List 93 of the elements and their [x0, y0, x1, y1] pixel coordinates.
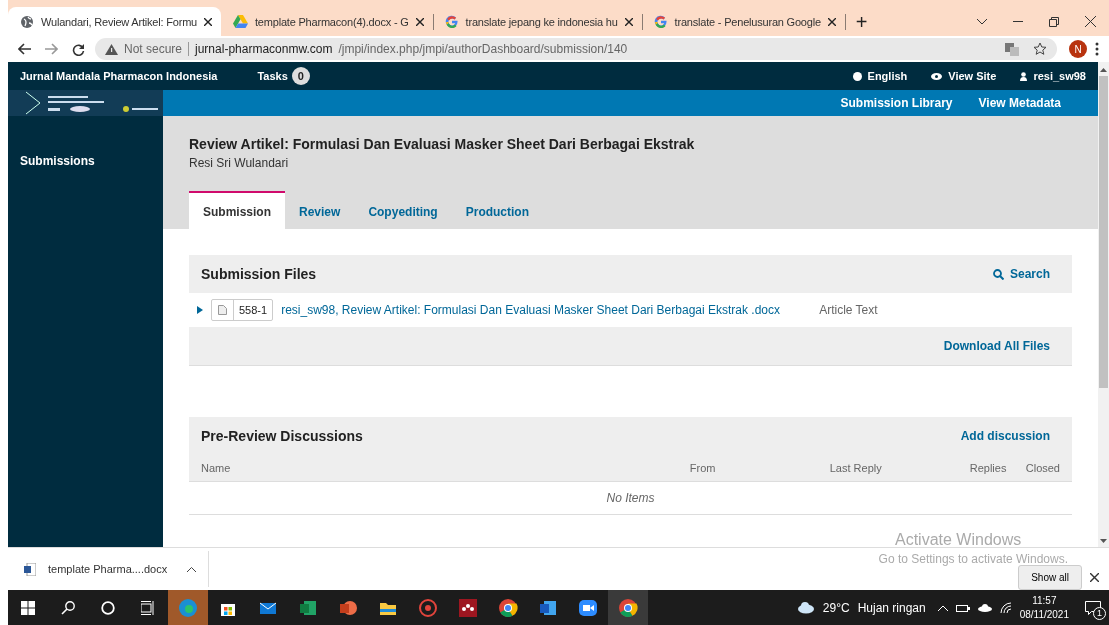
notification-count: 1 — [1093, 606, 1106, 620]
browser-tab[interactable]: template Pharmacon(4).docx - G — [221, 7, 433, 36]
tasks-count: 0 — [291, 67, 310, 85]
scroll-down-icon[interactable] — [1100, 539, 1107, 544]
tab-search-icon[interactable] — [977, 18, 987, 25]
column-header: From — [689, 462, 717, 474]
workflow-tab[interactable]: Copyediting — [354, 191, 452, 229]
empty-message: No Items — [605, 490, 656, 507]
weather-condition[interactable]: Hujan ringan — [857, 600, 926, 615]
workflow-tab[interactable]: Review — [285, 191, 355, 229]
journal-logo[interactable] — [8, 90, 163, 116]
close-icon[interactable] — [415, 17, 424, 26]
profile-avatar[interactable]: N — [1069, 40, 1087, 58]
new-tab-button[interactable]: + — [844, 14, 878, 30]
show-all-button[interactable]: Show all — [1018, 564, 1082, 590]
tasks-link[interactable]: Tasks — [257, 70, 288, 82]
scroll-up-icon[interactable] — [1100, 68, 1107, 72]
download-file-name[interactable]: template Pharma....docx — [48, 563, 168, 576]
translate-icon[interactable] — [1005, 42, 1019, 56]
browser-tab[interactable]: translate - Penelusuran Google — [641, 7, 845, 36]
column-header: Replies — [969, 462, 1008, 474]
add-discussion-link[interactable]: Add discussion — [960, 429, 1050, 443]
circle-icon[interactable] — [101, 600, 115, 615]
wifi-icon[interactable] — [999, 601, 1012, 614]
temperature[interactable]: 29°C — [822, 600, 850, 615]
app-icon — [618, 597, 638, 618]
back-icon[interactable] — [18, 43, 31, 55]
address-bar[interactable]: Not secure jurnal-pharmaconmw.com /jmpi/index.php/jmpi/authorDashboard/submission/140 — [95, 38, 1057, 60]
workflow-tab[interactable]: Submission — [189, 191, 285, 229]
google-icon — [653, 14, 668, 29]
notification-icon[interactable] — [1085, 600, 1101, 615]
taskbar-app[interactable] — [608, 590, 648, 625]
file-icon — [218, 305, 227, 315]
star-icon[interactable] — [1033, 42, 1047, 56]
search-icon — [992, 268, 1004, 280]
menu-icon[interactable] — [1095, 42, 1099, 56]
file-link[interactable]: resi_sw98, Review Artikel: Formulasi Dan Evaluasi Masker Sheet Dari Berbagai Ekstrak .docx — [281, 303, 812, 317]
activation-title: Activate Windows — [895, 531, 1023, 550]
close-icon[interactable] — [624, 17, 633, 26]
close-icon[interactable] — [827, 17, 836, 26]
windows-icon[interactable] — [21, 600, 35, 615]
browser-tab[interactable]: Wulandari, Review Artikel: Formu — [8, 7, 221, 36]
url-host: jurnal-pharmaconmw.com — [195, 42, 333, 56]
minimize-icon[interactable] — [1013, 20, 1023, 23]
journal-name[interactable]: Jurnal Mandala Pharmacon Indonesia — [20, 70, 218, 82]
activation-hint: Go to Settings to activate Windows. — [878, 552, 1068, 567]
app-icon — [578, 597, 598, 618]
file-genre: Article Text — [819, 303, 878, 317]
submission-author: Resi Sri Wulandari — [189, 156, 290, 170]
language-link[interactable]: English — [867, 70, 908, 82]
file-id-badge: 558-1 — [211, 299, 274, 321]
chevron-up-icon[interactable] — [187, 566, 197, 572]
app-icon — [178, 597, 198, 618]
browser-tab[interactable]: translate jepang ke indonesia hu — [432, 7, 642, 36]
close-icon[interactable] — [1085, 16, 1096, 27]
column-header: Closed — [1025, 462, 1060, 474]
cloud-icon[interactable] — [977, 603, 992, 612]
app-icon — [458, 597, 478, 618]
clock[interactable]: 11:57 08/11/2021 — [1019, 593, 1069, 622]
column-header: Last Reply — [829, 462, 883, 474]
url-path: /jmpi/index.php/jmpi/authorDashboard/submission/140 — [338, 42, 629, 56]
cloud-icon — [796, 601, 815, 614]
workflow-tab[interactable]: Production — [451, 191, 544, 229]
column-header: Name — [201, 462, 232, 474]
download-all-link[interactable]: Download All Files — [943, 339, 1050, 353]
submission-title: Review Artikel: Formulasi Dan Evaluasi Masker Sheet Dari Berbagai Ekstrak — [189, 136, 696, 152]
expand-icon[interactable] — [197, 306, 203, 314]
forward-icon[interactable] — [45, 43, 58, 55]
task-view-icon[interactable] — [141, 600, 155, 615]
action-link[interactable]: Submission Library — [840, 96, 953, 110]
user-menu[interactable]: resi_sw98 — [1033, 70, 1086, 82]
user-icon — [1020, 71, 1028, 81]
drive-icon — [233, 15, 248, 28]
panel-title: Pre-Review Discussions — [201, 428, 364, 444]
app-icon — [498, 597, 518, 618]
search-icon[interactable] — [61, 600, 75, 615]
warning-icon — [105, 43, 118, 55]
scrollbar[interactable] — [1098, 62, 1109, 548]
close-icon[interactable] — [204, 17, 212, 26]
panel-title: Submission Files — [201, 266, 318, 282]
battery-icon[interactable] — [955, 603, 970, 612]
close-icon[interactable] — [1090, 572, 1099, 582]
restore-icon[interactable] — [1049, 16, 1059, 27]
reload-icon[interactable] — [72, 42, 85, 56]
view-site-link[interactable]: View Site — [948, 70, 997, 82]
sidebar-item[interactable]: Submissions — [8, 116, 163, 168]
security-label: Not secure — [124, 42, 190, 56]
search-link[interactable]: Search — [992, 267, 1050, 281]
word-file-icon — [24, 562, 36, 576]
action-link[interactable]: View Metadata — [978, 96, 1061, 110]
google-icon — [444, 14, 459, 29]
eye-icon — [931, 72, 943, 80]
app-icon — [418, 597, 438, 618]
